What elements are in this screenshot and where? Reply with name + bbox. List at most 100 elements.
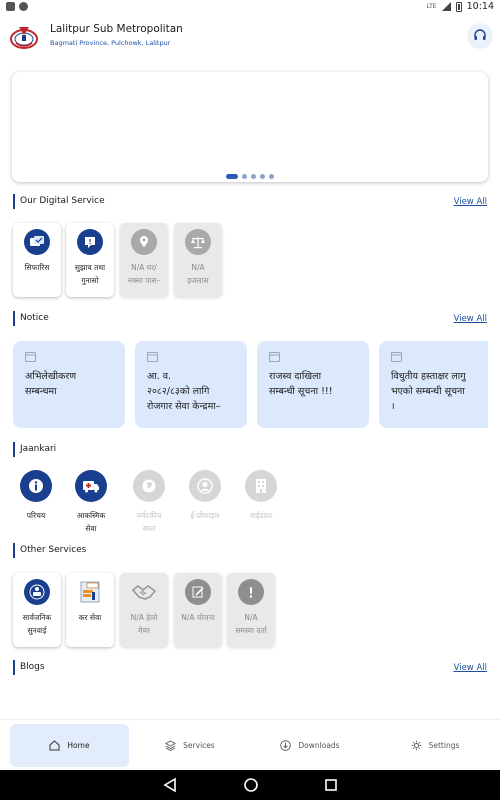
signal-icon	[441, 2, 451, 11]
carousel-indicator	[226, 174, 274, 179]
network-type: LTE	[426, 3, 437, 10]
notice-card[interactable]: आ. व. २०८२/८३को लागि रोजगार सेवा केन्द्रमा…	[135, 341, 247, 428]
bottom-navigation: Home Services Downloads Settings	[0, 719, 500, 770]
nav-services[interactable]: Services	[135, 724, 245, 767]
service-tile-hello-mayor[interactable]: N/A हेलो मेयर	[120, 573, 168, 647]
section-digital-service: Our Digital Service View All	[13, 193, 488, 211]
service-tile-sifaris[interactable]: सिफारिस	[13, 223, 61, 297]
section-accent-bar	[13, 442, 15, 457]
battery-icon	[455, 1, 462, 12]
map-pin-icon	[131, 229, 157, 255]
notice-text: विधुतीय हस्ताक्षर लागु भएको सम्बन्धी सूचन…	[391, 371, 466, 412]
app-subtitle: Bagmati Province, Pulchowk, Lalitpur	[50, 39, 171, 47]
plan-edit-icon	[185, 579, 211, 605]
home-icon	[49, 740, 60, 751]
nav-label: Home	[67, 741, 90, 750]
municipality-logo	[10, 27, 38, 49]
service-tile-yojana[interactable]: N/A योजना	[174, 573, 222, 647]
feedback-icon	[77, 229, 103, 255]
banner-carousel[interactable]	[12, 72, 488, 182]
building-icon	[245, 470, 277, 502]
nav-settings[interactable]: Settings	[380, 724, 490, 767]
item-label: ई-प्रोफाइल	[190, 511, 220, 520]
globe-icon	[133, 470, 165, 502]
tile-label: N/A इजलास	[187, 263, 209, 285]
ambulance-icon	[75, 470, 107, 502]
headset-icon	[474, 29, 486, 40]
carousel-dot[interactable]	[226, 174, 238, 179]
notice-text: राजस्व दाखिला सम्बन्धी सूचना !!!	[269, 371, 333, 397]
recents-icon[interactable]	[324, 777, 338, 793]
calendar-icon	[391, 352, 402, 362]
carousel-dot[interactable]	[242, 174, 247, 179]
app-header: Lalitpur Sub Metropolitan Bagmati Provin…	[0, 14, 500, 58]
carousel-dot[interactable]	[269, 174, 274, 179]
back-icon[interactable]	[163, 777, 177, 793]
notice-card[interactable]: अभिलेखीकरण सम्बन्धमा	[13, 341, 125, 428]
notice-card[interactable]: विधुतीय हस्ताक्षर लागु भएको सम्बन्धी सूचन…	[379, 341, 488, 428]
recommendation-icon	[24, 229, 50, 255]
notice-card[interactable]: राजस्व दाखिला सम्बन्धी सूचना !!!	[257, 341, 369, 428]
section-accent-bar	[13, 311, 15, 326]
view-all-blogs[interactable]: View All	[454, 663, 487, 673]
tile-label: N/A समस्या दर्ता	[235, 613, 267, 635]
app-notification-icon	[19, 2, 28, 11]
calendar-icon	[269, 352, 280, 362]
status-time: 10:14	[466, 1, 494, 12]
jaankari-item-tourism[interactable]: पर्यटकीय स्थल	[124, 470, 174, 535]
nav-label: Services	[183, 741, 215, 750]
section-notice: Notice View All	[13, 310, 488, 328]
handshake-icon	[131, 579, 157, 605]
tile-label: कर सेवा	[78, 613, 102, 622]
service-tile-public-hearing[interactable]: सार्वजनिक सुनवाई	[13, 573, 61, 647]
section-title: Notice	[20, 313, 49, 323]
section-accent-bar	[13, 660, 15, 675]
home-button-icon[interactable]	[243, 777, 259, 793]
notice-text: अभिलेखीकरण सम्बन्धमा	[25, 371, 77, 397]
status-indicators: LTE 10:14	[427, 1, 494, 12]
jaankari-item-ward[interactable]: वाईडप्रत	[236, 470, 286, 522]
nav-home[interactable]: Home	[10, 724, 129, 767]
scales-icon	[185, 229, 211, 255]
section-jaankari: Jaankari	[13, 441, 488, 459]
section-title: Blogs	[20, 662, 45, 672]
download-icon	[280, 740, 292, 751]
section-title: Our Digital Service	[20, 196, 105, 206]
jaankari-item-emergency[interactable]: आकस्मिक सेवा	[66, 470, 116, 535]
section-accent-bar	[13, 194, 15, 209]
item-label: वाईडप्रत	[249, 511, 273, 520]
section-accent-bar	[13, 543, 15, 558]
carousel-dot[interactable]	[260, 174, 265, 179]
item-label: आकस्मिक सेवा	[76, 511, 106, 533]
nav-label: Downloads	[298, 741, 340, 750]
section-title: Jaankari	[20, 444, 57, 454]
service-tile-naksa-pass[interactable]: N/A घर/नक्सा पास–	[120, 223, 168, 297]
public-hearing-icon	[24, 579, 50, 605]
status-bar: LTE 10:14	[0, 0, 500, 14]
view-all-digital-service[interactable]: View All	[454, 197, 487, 207]
calendar-icon	[147, 352, 158, 362]
support-button[interactable]	[467, 23, 493, 49]
tile-label: सिफारिस	[24, 263, 50, 272]
service-tile-problem-registration[interactable]: N/A समस्या दर्ता	[227, 573, 275, 647]
tax-icon	[77, 579, 103, 605]
item-label: पर्यटकीय स्थल	[136, 511, 162, 533]
system-navigation-bar	[0, 770, 500, 800]
carousel-dot[interactable]	[251, 174, 256, 179]
section-title: Other Services	[20, 545, 87, 555]
notification-icons	[6, 2, 28, 11]
service-tile-feedback[interactable]: सुझाव तथा गुनासो	[66, 223, 114, 297]
item-label: परिचय	[26, 511, 46, 520]
layers-icon	[165, 740, 177, 751]
jaankari-item-e-profile[interactable]: ई-प्रोफाइल	[180, 470, 230, 522]
service-tile-ijlas[interactable]: N/A इजलास	[174, 223, 222, 297]
jaankari-item-parichaya[interactable]: परिचय	[11, 470, 61, 522]
gear-icon	[411, 740, 421, 751]
tile-label: N/A योजना	[181, 613, 215, 622]
view-all-notice[interactable]: View All	[454, 314, 487, 324]
section-blogs: Blogs View All	[13, 659, 488, 677]
gallery-notification-icon	[6, 2, 15, 11]
section-other-services: Other Services	[13, 542, 488, 560]
service-tile-tax[interactable]: कर सेवा	[66, 573, 114, 647]
nav-downloads[interactable]: Downloads	[255, 724, 365, 767]
